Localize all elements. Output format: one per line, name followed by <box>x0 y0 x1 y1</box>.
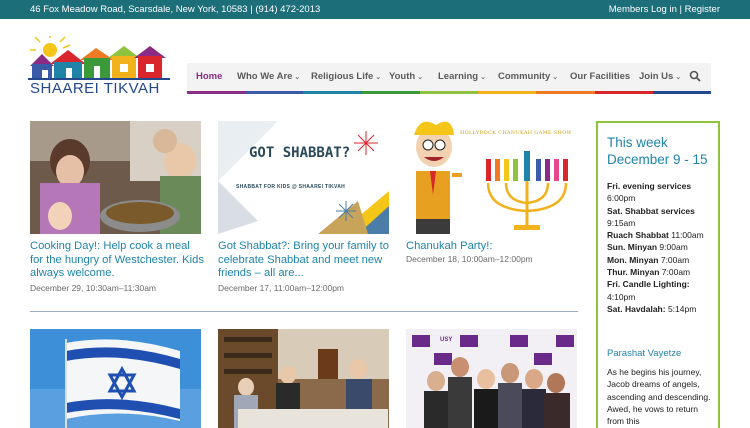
israel-flag-photo <box>30 329 201 428</box>
event-image-usy-group[interactable]: USY <box>406 329 577 428</box>
event-image-israel-flag[interactable] <box>30 329 201 428</box>
nav-who-we-are[interactable]: Who We Are ⌄ <box>237 71 300 82</box>
chevron-down-icon: ⌄ <box>294 74 301 81</box>
color-stripe-segment <box>303 91 362 94</box>
color-stripe-segment <box>652 91 711 94</box>
chevron-down-icon: ⌄ <box>480 74 486 81</box>
meeting-photo <box>218 329 389 428</box>
nav-home[interactable]: Home <box>196 71 222 82</box>
color-stripe-segment <box>361 91 420 94</box>
schedule-label: Sun. Minyan <box>607 242 658 253</box>
event-title-got-shabbat[interactable]: Got Shabbat?: Bring your family to celeb… <box>218 240 393 281</box>
contact-address: 46 Fox Meadow Road, Scarsdale, New York,… <box>30 4 321 15</box>
register-link[interactable]: Register <box>685 4 720 15</box>
section-divider <box>30 311 578 312</box>
nav-our-facilities[interactable]: Our Facilities <box>570 71 630 82</box>
schedule-label: Ruach Shabbat <box>607 230 669 241</box>
cooking-photo <box>30 121 201 234</box>
sidebar-heading: This week December 9 - 15 <box>607 134 708 168</box>
nav-color-stripe <box>187 91 711 94</box>
event-title-cooking-day[interactable]: Cooking Day!: Help cook a meal for the h… <box>30 240 205 281</box>
nav-community[interactable]: Community ⌄ <box>498 71 558 82</box>
event-date-chanukah-party: December 18, 10:00am–12:00pm <box>406 254 533 264</box>
this-week-sidebar: This week December 9 - 15 Fri. evening s… <box>596 121 720 428</box>
schedule-label: Mon. Minyan <box>607 254 659 265</box>
logo-wordmark[interactable]: SHAAREI TIKVAH <box>30 80 160 97</box>
parasha-title[interactable]: Parashat Vayetze <box>607 348 681 359</box>
schedule-label: Sat. Havdalah: <box>607 303 666 314</box>
schedule-time: 9:15am <box>607 217 636 228</box>
main-nav: Home Who We Are ⌄ Religious Life ⌄ Youth ⌄ … <box>187 63 711 93</box>
event-image-got-shabbat[interactable]: GOT SHABBAT? SHABBAT FOR KIDS @ SHAAREI … <box>218 121 389 234</box>
chevron-down-icon: ⌄ <box>375 74 382 81</box>
event-date-cooking-day: December 29, 10:30am–11:30am <box>30 283 157 293</box>
event-image-group-meeting[interactable] <box>218 329 389 428</box>
sidebar-heading-line2: December 9 - 15 <box>607 152 708 167</box>
event-date-got-shabbat: December 17, 11:00am–12:00pm <box>218 283 345 293</box>
usy-logo-text: USY <box>440 337 453 343</box>
shabbat-graphic <box>218 121 389 234</box>
event-image-chanukah-party[interactable]: HOLLYROCK CHANUKAH GAME SHOW <box>406 121 577 234</box>
chanukah-graphic <box>406 121 568 234</box>
chevron-down-icon: ⌄ <box>417 74 424 81</box>
chevron-down-icon: ⌄ <box>675 74 682 81</box>
firework-icon <box>354 131 378 155</box>
nav-youth[interactable]: Youth ⌄ <box>389 71 423 82</box>
color-stripe-segment <box>536 91 595 94</box>
schedule-item: Mon. Minyan 7:00am <box>607 254 719 266</box>
color-stripe-segment <box>187 91 246 94</box>
schedule-label: Fri. Candle Lighting: <box>607 279 690 290</box>
schedule-time: 7:00am <box>658 254 690 265</box>
chanukah-banner-text: HOLLYROCK CHANUKAH GAME SHOW <box>460 130 572 136</box>
chevron-down-icon: ⌄ <box>552 74 559 81</box>
search-icon[interactable] <box>689 70 701 82</box>
menorah-icon <box>486 151 568 230</box>
firework-icon <box>336 201 356 221</box>
schedule-time: 11:00am <box>668 230 704 241</box>
got-shabbat-headline: GOT SHABBAT? <box>249 145 351 161</box>
usy-group-photo <box>406 329 577 428</box>
schedule-item: Ruach Shabbat 11:00am <box>607 229 719 241</box>
schedule-time: 5:14pm <box>665 303 697 314</box>
nav-religious-life[interactable]: Religious Life ⌄ <box>311 71 381 82</box>
auth-separator: | <box>676 4 685 15</box>
schedule-item: Thur. Minyan 7:00am <box>607 266 719 278</box>
event-image-cooking-day[interactable] <box>30 121 201 234</box>
sidebar-heading-line1: This week <box>607 135 668 150</box>
schedule-label: Fri. evening services <box>607 181 692 191</box>
schedule-item: Sun. Minyan 9:00am <box>607 241 719 253</box>
auth-links: Members Log in | Register <box>609 4 720 15</box>
event-title-chanukah-party[interactable]: Chanukah Party!: <box>406 240 581 254</box>
schedule-item: Fri. evening services 6:00pm <box>607 180 719 205</box>
schedule-item: Sat. Shabbat services 9:15am <box>607 205 719 230</box>
parasha-summary: As he begins his journey, Jacob dreams o… <box>607 367 711 427</box>
got-shabbat-subline: SHABBAT FOR KIDS @ SHAAREI TIKVAH <box>236 184 346 190</box>
schedule-label: Sat. Shabbat services <box>607 205 695 216</box>
schedule-time: 6:00pm <box>607 193 636 204</box>
nav-join-us[interactable]: Join Us ⌄ <box>639 71 681 82</box>
color-stripe-segment <box>419 91 479 94</box>
color-stripe-segment <box>594 91 653 94</box>
schedule-label: Thur. Minyan <box>607 267 660 278</box>
schedule-time: 4:10pm <box>607 291 636 302</box>
schedule-item: Sat. Havdalah: 5:14pm <box>607 303 719 315</box>
schedule-item: Fri. Candle Lighting: 4:10pm <box>607 278 719 303</box>
nav-learning[interactable]: Learning ⌄ <box>438 71 486 82</box>
color-stripe-segment <box>478 91 537 94</box>
schedule-time: 7:00am <box>659 267 691 278</box>
schedule-list: Fri. evening services 6:00pm Sat. Shabbat … <box>607 180 719 315</box>
color-stripe-segment <box>245 91 304 94</box>
schedule-time: 9:00am <box>657 242 688 253</box>
members-login-link[interactable]: Members Log in <box>609 4 677 15</box>
top-bar: 46 Fox Meadow Road, Scarsdale, New York,… <box>0 0 750 19</box>
